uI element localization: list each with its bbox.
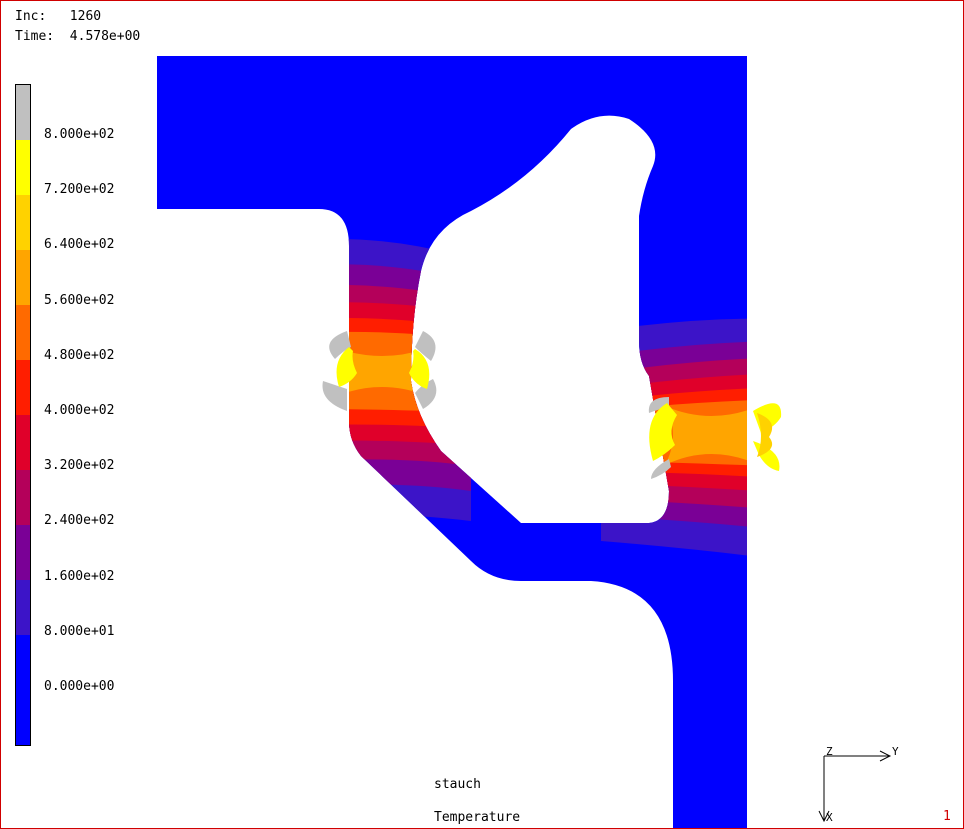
- result-variable: Temperature: [434, 810, 521, 825]
- left-weld-contour: [301, 239, 471, 521]
- axis-x-label: X: [826, 811, 833, 824]
- model-name: stauch: [434, 777, 481, 792]
- axis-z-label: Z: [826, 745, 833, 758]
- axis-y-label: Y: [892, 745, 899, 758]
- page-number: 1: [943, 809, 951, 824]
- viewport-frame: Inc: 1260 Time: 4.578e+00 8.000e+02 7.20…: [0, 0, 964, 829]
- fe-model-view[interactable]: [1, 1, 963, 828]
